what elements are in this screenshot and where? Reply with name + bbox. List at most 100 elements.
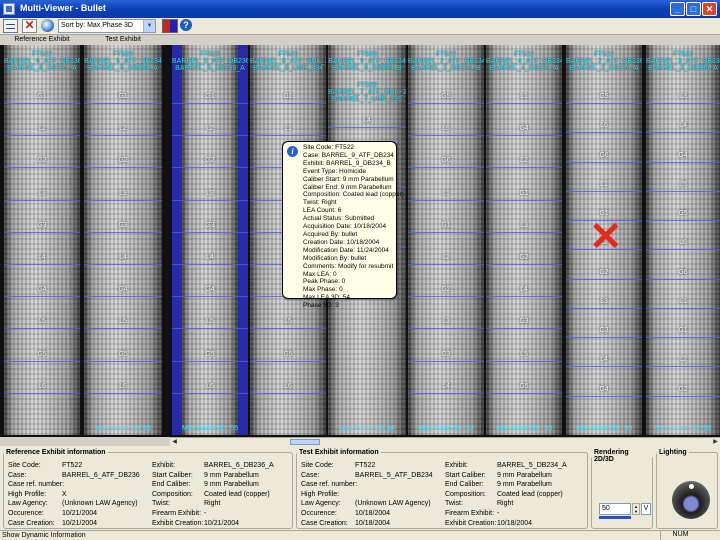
panel-header-site: FT522 (435, 51, 457, 58)
land-label: G5 (519, 383, 529, 390)
panel-header-case: BARREL_9_ATF_DB234 (328, 58, 406, 65)
land-label: L3 (679, 93, 687, 100)
max-score-label: Max Score 3D: 50 (654, 425, 712, 432)
land-boundary (4, 328, 80, 329)
tooltip-line: Modification By: bullet (303, 254, 367, 262)
app-icon (3, 3, 15, 15)
land-label: G4 (118, 286, 128, 293)
land-label: G1 (118, 93, 128, 100)
panel-header-exhibit: BARREL_4_DB234_A (489, 65, 559, 72)
info-area: Reference Exhibit information Site Code:… (0, 446, 720, 530)
land-label: L6 (442, 125, 450, 132)
help-icon[interactable]: ? (180, 19, 192, 31)
rendering-slider[interactable] (599, 516, 631, 519)
list-view-icon[interactable] (3, 19, 18, 33)
tooltip-line: Peak Phase: 0 (303, 278, 346, 286)
status-bar: Show Dynamic Information NUM (0, 530, 720, 540)
land-label: L6 (38, 383, 46, 390)
test-column-label: Test Exhibit (105, 36, 141, 43)
land-boundary (328, 127, 406, 128)
info-field-label: Site Code: (8, 462, 41, 469)
info-field-value: Coated lead (copper) (204, 490, 270, 498)
info-field-value: X (62, 490, 67, 498)
info-field-value: 9 mm Parabellum (497, 471, 552, 479)
land-label: G1 (205, 93, 215, 100)
info-field-label: Site Code: (301, 462, 334, 469)
panel-header-case: BARREL_8_ATF_UNK_234 (250, 58, 326, 65)
globe-icon[interactable] (41, 19, 54, 32)
max-score-label: Max Score 3D: 50 (575, 425, 633, 432)
num-lock-indicator: NUM (660, 531, 700, 540)
light-handle[interactable] (689, 484, 694, 489)
clear-icon[interactable]: ✕ (22, 19, 37, 33)
land-boundary (84, 167, 162, 168)
tooltip-line: Actual Status: Submitted (303, 215, 375, 223)
land-boundary (4, 393, 80, 394)
rendering-panel: Rendering 2D/3D 50 ▲ ▼ V (591, 449, 653, 529)
bullet-panel[interactable]: FT522 BARREL_4_ATF_DB234 BARREL_4_DB234_A L… (486, 45, 562, 435)
info-field-label: Exhibit Creation: (152, 519, 204, 527)
bullet-panel[interactable]: FT522 BARREL_3_ATF_DB236 BARREL_3_DB236_A L… (646, 45, 720, 435)
sort-dropdown[interactable]: Sort by: Max Phase 3D ▼ (58, 19, 156, 33)
info-field-label: Start Caliber: (152, 471, 193, 479)
land-label: G2 (441, 286, 451, 293)
land-boundary (84, 393, 162, 394)
land-label: L6 (679, 239, 687, 246)
lighting-control[interactable] (672, 481, 710, 519)
land-label: G5 (37, 351, 47, 358)
scroll-right-icon[interactable]: ▶ (711, 438, 720, 446)
bullet-panel[interactable]: FT522 BARREL_6_ATF_DB236 BARREL_6_DB236_A G… (4, 45, 80, 435)
scroll-thumb[interactable] (290, 439, 320, 445)
info-field-label: Exhibit: (445, 462, 468, 469)
land-label: L3 (600, 298, 608, 305)
land-label: G5 (599, 93, 609, 100)
land-label: L5 (206, 318, 214, 325)
land-boundary (408, 296, 484, 297)
tooltip-line: Acquisition Date: 10/18/2004 (303, 223, 387, 231)
tooltip-line: Composition: Coated lead (copper) (303, 191, 404, 199)
land-boundary (566, 279, 642, 280)
info-field-value: 10/18/2004 (497, 519, 533, 527)
rendering-mode-button[interactable]: V (641, 503, 651, 515)
land-label: L2 (119, 125, 127, 132)
land-label: G4 (599, 386, 609, 393)
tooltip-line: Case: BARREL_9_ATF_DB234 (303, 151, 394, 159)
land-label: G2 (37, 157, 47, 164)
scroll-left-icon[interactable]: ◀ (170, 438, 179, 446)
minimize-button[interactable]: _ (670, 2, 685, 16)
land-boundary (84, 264, 162, 265)
land-boundary (84, 328, 162, 329)
info-field-label: Composition: (445, 490, 486, 498)
rendering-value-input[interactable]: 50 (599, 503, 631, 515)
land-boundary (646, 249, 720, 250)
close-button[interactable]: ✕ (702, 2, 717, 16)
land-label: G6 (599, 152, 609, 159)
bullet-panel[interactable]: FT522 BARREL_2_ATF_DB236 BARREL_2_DB236_A G… (566, 45, 642, 435)
land-boundary (4, 296, 80, 297)
tooltip-line: Creation Date: 10/18/2004 (303, 238, 380, 246)
multi-viewer-window: { "window": { "title": "Multi-Viewer - B… (0, 0, 720, 540)
land-boundary (646, 308, 720, 309)
info-field-value: - (497, 510, 500, 517)
land-boundary (408, 328, 484, 329)
info-field-value: (Unknown LAW Agency) (62, 500, 138, 508)
bullet-panel[interactable]: FT522 BARREL_2_ATF_DB234 BARREL_2_DB234_B G… (408, 45, 484, 435)
land-label: L2 (38, 125, 46, 132)
land-boundary (4, 264, 80, 265)
land-boundary (4, 200, 80, 201)
max-score-label: Max Score 3D: 55 (181, 425, 239, 432)
land-label: G3 (519, 318, 529, 325)
land-boundary (408, 361, 484, 362)
maximize-button[interactable]: □ (686, 2, 701, 16)
chevron-down-icon[interactable]: ▼ (143, 20, 155, 32)
spin-icon[interactable]: ▲ ▼ (632, 503, 640, 515)
land-label: L6 (206, 383, 214, 390)
bullet-panel[interactable]: FT522 BARREL_5_ATF_DB236 BARREL_5_DB236_A G… (172, 45, 248, 435)
land-label: G1 (519, 190, 529, 197)
window-title: Multi-Viewer - Bullet (20, 3, 106, 13)
land-boundary (408, 264, 484, 265)
land-label: G5 (283, 351, 293, 358)
bullet-panel[interactable]: FT522 BARREL_5_ATF_DB234 BARREL_5_DB234_A G… (84, 45, 162, 435)
horizontal-scrollbar[interactable]: ◀ ▶ (170, 437, 720, 446)
color-swap-icon[interactable] (162, 19, 178, 33)
